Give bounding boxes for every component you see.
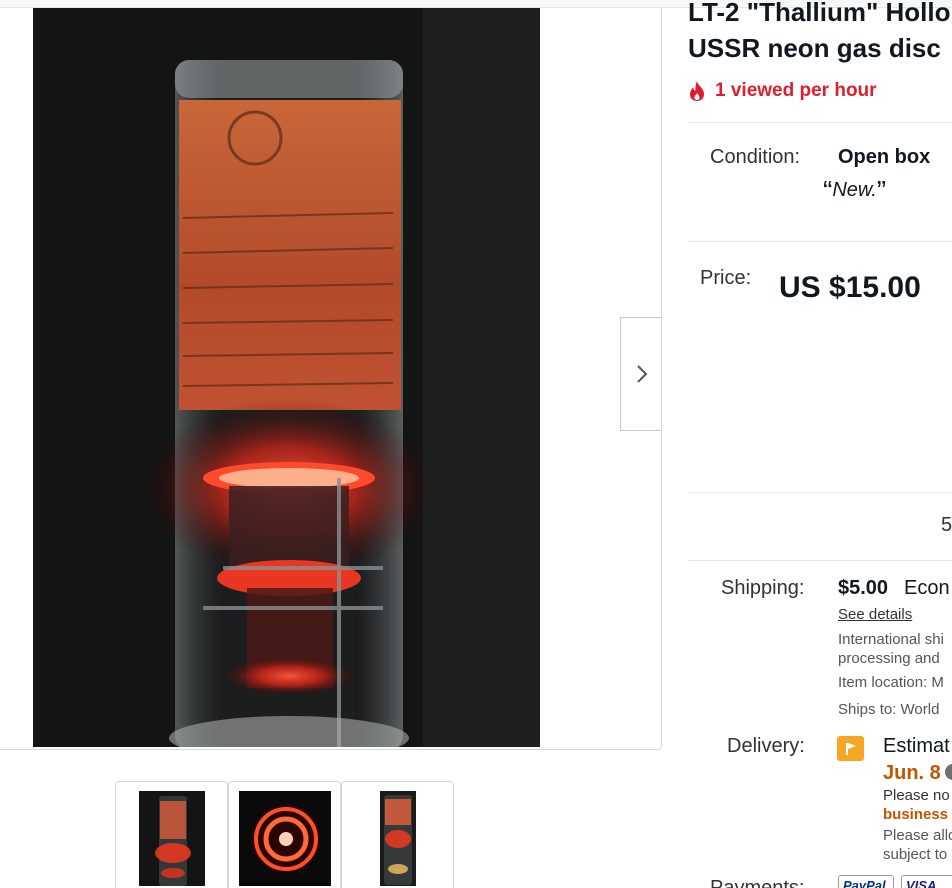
price-label: Price: bbox=[700, 267, 752, 289]
thumbnail-3[interactable] bbox=[341, 781, 454, 888]
image-viewer bbox=[0, 8, 662, 750]
see-details-link[interactable]: See details bbox=[838, 606, 912, 623]
shipping-service: Econ bbox=[904, 577, 950, 599]
next-image-button[interactable] bbox=[620, 317, 661, 431]
hot-indicator: 1 viewed per hour bbox=[688, 80, 877, 102]
condition-label: Condition: bbox=[710, 146, 801, 168]
visa-logo: VISA bbox=[901, 875, 952, 888]
condition-value: Open box bbox=[838, 146, 931, 168]
thumbnail-2[interactable] bbox=[228, 781, 341, 888]
divider bbox=[688, 241, 952, 242]
delivery-note-line-2: Please allo bbox=[883, 827, 952, 844]
business-days-text: business bbox=[883, 806, 949, 823]
chevron-right-icon bbox=[636, 365, 647, 383]
shipping-amount: $5.00 bbox=[838, 577, 889, 599]
main-product-image[interactable] bbox=[33, 8, 540, 747]
thumbnail-strip bbox=[115, 781, 454, 888]
flag-icon bbox=[837, 736, 864, 761]
hot-text: 1 viewed per hour bbox=[715, 80, 877, 101]
estimated-delivery-label: Estimat bbox=[883, 735, 950, 757]
quantity-available: 5 bbox=[941, 514, 952, 536]
delivery-note-line-3: subject to bbox=[883, 846, 948, 863]
info-icon[interactable] bbox=[945, 764, 952, 780]
fire-icon bbox=[690, 81, 704, 101]
ships-to: Ships to: World bbox=[838, 701, 940, 718]
price-value: US $15.00 bbox=[779, 271, 921, 304]
divider bbox=[688, 492, 952, 493]
intl-shipping-line-1: International shi bbox=[838, 631, 944, 648]
item-title-line-1: LT-2 "Thallium" Hollo bbox=[688, 0, 951, 27]
divider bbox=[688, 560, 952, 561]
paypal-logo: PayPal bbox=[838, 875, 894, 888]
delivery-label: Delivery: bbox=[727, 735, 805, 757]
intl-shipping-line-2: processing and bbox=[838, 650, 940, 667]
delivery-note-line-1: Please no bbox=[883, 787, 950, 804]
divider bbox=[688, 122, 952, 123]
thumbnail-1[interactable] bbox=[115, 781, 228, 888]
shipping-label: Shipping: bbox=[721, 577, 805, 599]
item-title: LT-2 "Thallium" Hollo USSR neon gas disc bbox=[688, 0, 952, 66]
item-details-panel: LT-2 "Thallium" Hollo USSR neon gas disc… bbox=[688, 0, 952, 888]
condition-note: “New.” bbox=[823, 175, 887, 206]
item-location: Item location: M bbox=[838, 674, 944, 691]
condition-note-text: New. bbox=[832, 179, 877, 201]
payments-label: Payments: bbox=[710, 877, 805, 888]
estimated-delivery-date: Jun. 8 bbox=[883, 762, 941, 784]
item-title-line-2: USSR neon gas disc bbox=[688, 33, 941, 63]
